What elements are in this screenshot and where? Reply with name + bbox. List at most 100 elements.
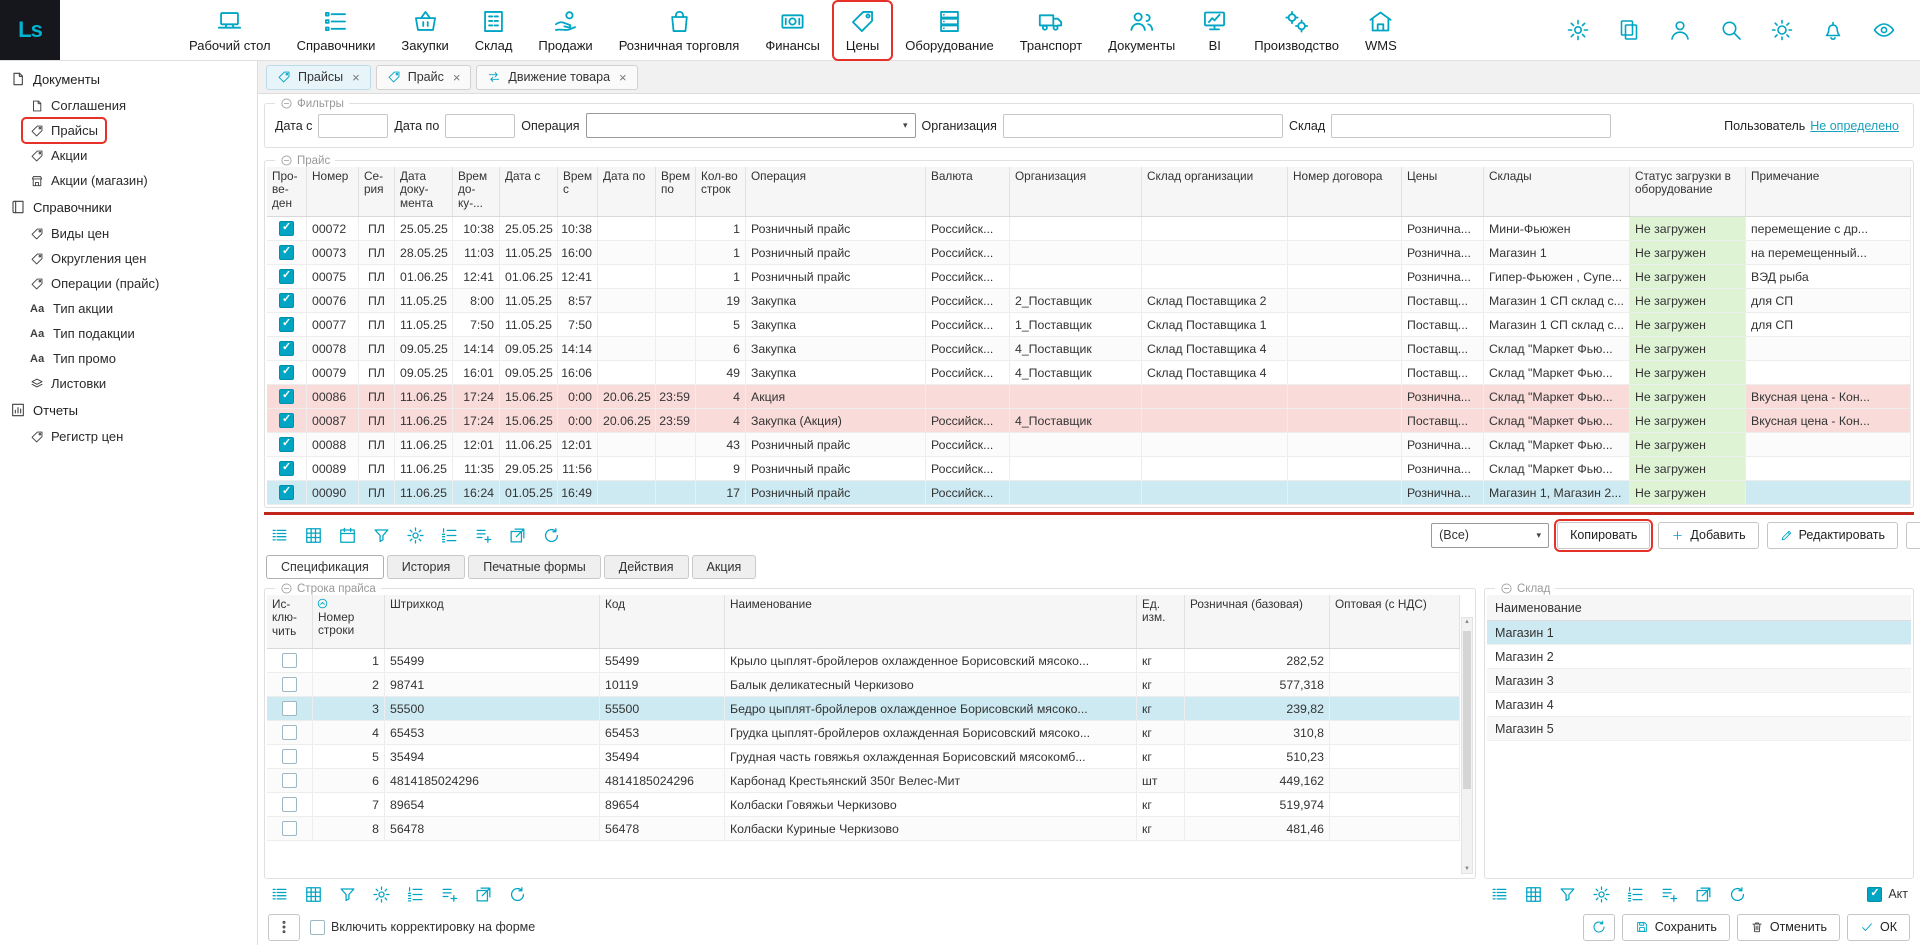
spec-row[interactable]: 85647856478Колбаски Куриные Черкизовокг4… — [267, 817, 1460, 841]
price-column-header[interactable]: Дата доку- мента — [395, 167, 453, 216]
table-grid-button[interactable] — [304, 526, 323, 545]
spec-row[interactable]: 29874110119Балык деликатесный Черкизовок… — [267, 673, 1460, 697]
price-row[interactable]: 00086ПЛ11.06.2517:2415.06.250:0020.06.25… — [267, 385, 1911, 409]
detail-tab-2[interactable]: Печатные формы — [468, 555, 601, 579]
nav-item-desktop[interactable]: Рабочий стол — [178, 3, 282, 58]
nav-item-catalog[interactable]: Справочники — [286, 3, 387, 58]
price-column-header[interactable]: Врем с — [558, 167, 598, 216]
price-row[interactable]: 00073ПЛ28.05.2511:0311.05.2516:001Рознич… — [267, 241, 1911, 265]
spec-column-header[interactable]: Оптовая (с НДС) — [1330, 595, 1460, 648]
add-button[interactable]: Добавить — [1658, 522, 1758, 549]
open-external-button[interactable] — [474, 885, 493, 904]
collapse-icon[interactable] — [280, 97, 293, 110]
price-column-header[interactable]: Кол-во строк — [696, 167, 746, 216]
refresh-button[interactable] — [1728, 885, 1747, 904]
spec-column-header[interactable]: Розничная (базовая) — [1185, 595, 1330, 648]
funnel-button[interactable] — [372, 526, 391, 545]
price-column-header[interactable]: Организация — [1010, 167, 1142, 216]
price-row-checkbox[interactable] — [279, 389, 294, 404]
price-column-header[interactable]: Номер — [307, 167, 359, 216]
nav-item-truck[interactable]: Транспорт — [1009, 3, 1094, 58]
warehouse-row[interactable]: Магазин 1 — [1487, 621, 1911, 645]
warehouse-row[interactable]: Магазин 4 — [1487, 693, 1911, 717]
warehouse-filter-input[interactable] — [1331, 114, 1611, 138]
price-row[interactable]: 00088ПЛ11.06.2512:0111.06.2512:0143Розни… — [267, 433, 1911, 457]
sidebar-group-2[interactable]: Отчеты — [0, 396, 257, 424]
cancel-button[interactable]: Отменить — [1737, 914, 1840, 941]
refresh-button[interactable] — [508, 885, 527, 904]
spec-row-checkbox[interactable] — [282, 701, 297, 716]
edit-button[interactable]: Редактировать — [1767, 522, 1898, 549]
nav-item-wms-building[interactable]: WMS — [1354, 3, 1408, 58]
num-list-button[interactable] — [406, 885, 425, 904]
nav-item-basket[interactable]: Закупки — [390, 3, 459, 58]
warehouse-row[interactable]: Магазин 3 — [1487, 669, 1911, 693]
adjust-on-form-checkbox[interactable]: Включить корректировку на форме — [310, 920, 535, 935]
settings-button[interactable] — [406, 526, 425, 545]
price-row-checkbox[interactable] — [279, 413, 294, 428]
act-checkbox[interactable]: Акт — [1867, 887, 1908, 902]
scrollbar-thumb[interactable] — [1463, 631, 1471, 789]
price-row-checkbox[interactable] — [279, 221, 294, 236]
spec-row-checkbox[interactable] — [282, 749, 297, 764]
close-tab-icon[interactable]: × — [352, 70, 360, 85]
table-grid-button[interactable] — [304, 885, 323, 904]
price-row[interactable]: 00089ПЛ11.06.2511:3529.05.2511:569Рознич… — [267, 457, 1911, 481]
warehouse-row[interactable]: Магазин 2 — [1487, 645, 1911, 669]
price-column-header[interactable]: Дата с — [500, 167, 558, 216]
price-row-checkbox[interactable] — [279, 317, 294, 332]
price-column-header[interactable]: Статус загрузки в оборудование — [1630, 167, 1746, 216]
eye-button[interactable] — [1872, 18, 1896, 42]
settings-button[interactable] — [1592, 885, 1611, 904]
sidebar-item-1-4[interactable]: АаТип подакции — [0, 321, 257, 346]
spec-row[interactable]: 46545365453Грудка цыплят-бройлеров охлаж… — [267, 721, 1460, 745]
user-not-defined-link[interactable]: Не определено — [1810, 119, 1899, 133]
price-column-header[interactable]: Номер договора — [1288, 167, 1402, 216]
collapse-icon[interactable] — [280, 154, 293, 167]
spec-row[interactable]: 15549955499Крыло цыплят-бройлеров охлажд… — [267, 649, 1460, 673]
nav-item-production[interactable]: Производство — [1243, 3, 1350, 58]
nav-item-equipment[interactable]: Оборудование — [894, 3, 1004, 58]
clipped-button[interactable] — [1906, 522, 1920, 549]
more-actions-button[interactable] — [268, 914, 300, 941]
sidebar-item-2-0[interactable]: Регистр цен — [0, 424, 257, 449]
spec-row[interactable]: 35550055500Бедро цыплят-бройлеров охлажд… — [267, 697, 1460, 721]
price-column-header[interactable]: Склады — [1484, 167, 1630, 216]
close-tab-icon[interactable]: × — [619, 70, 627, 85]
spec-row-checkbox[interactable] — [282, 797, 297, 812]
detail-tab-3[interactable]: Действия — [604, 555, 689, 579]
sidebar-item-0-0[interactable]: Соглашения — [0, 93, 257, 118]
sidebar-item-0-3[interactable]: Акции (магазин) — [0, 168, 257, 193]
open-external-button[interactable] — [508, 526, 527, 545]
sidebar-item-1-2[interactable]: Операции (прайс) — [0, 271, 257, 296]
date-from-input[interactable] — [318, 114, 388, 138]
price-column-header[interactable]: Врем до- ку-... — [453, 167, 500, 216]
app-logo[interactable]: Ls — [0, 0, 60, 60]
price-row[interactable]: 00072ПЛ25.05.2510:3825.05.2510:381Рознич… — [267, 217, 1911, 241]
num-list-button[interactable] — [440, 526, 459, 545]
settings-button[interactable] — [372, 885, 391, 904]
copy-button[interactable]: Копировать — [1557, 522, 1650, 549]
price-column-header[interactable]: Се- рия — [359, 167, 395, 216]
spec-column-header[interactable]: Ед. изм. — [1137, 595, 1185, 648]
price-row[interactable]: 00078ПЛ09.05.2514:1409.05.2514:146Закупк… — [267, 337, 1911, 361]
refresh-button[interactable] — [542, 526, 561, 545]
price-column-header[interactable]: Дата по — [598, 167, 656, 216]
spec-column-header[interactable]: Наименование — [725, 595, 1137, 648]
price-column-header[interactable]: Операция — [746, 167, 926, 216]
sidebar-group-1[interactable]: Справочники — [0, 193, 257, 221]
nav-item-sales[interactable]: Продажи — [527, 3, 603, 58]
refresh-button[interactable] — [1583, 914, 1615, 941]
table-grid-button[interactable] — [1524, 885, 1543, 904]
price-column-header[interactable]: Склад организации — [1142, 167, 1288, 216]
price-row-checkbox[interactable] — [279, 485, 294, 500]
add-row-button[interactable] — [440, 885, 459, 904]
spec-column-header[interactable]: Штрихкод — [385, 595, 600, 648]
open-external-button[interactable] — [1694, 885, 1713, 904]
detail-tab-1[interactable]: История — [387, 555, 465, 579]
spec-row-checkbox[interactable] — [282, 773, 297, 788]
sidebar-item-1-0[interactable]: Виды цен — [0, 221, 257, 246]
sidebar-item-1-3[interactable]: АаТип акции — [0, 296, 257, 321]
price-row[interactable]: 00077ПЛ11.05.257:5011.05.257:505ЗакупкаР… — [267, 313, 1911, 337]
tab-1[interactable]: Прайс× — [376, 65, 472, 90]
